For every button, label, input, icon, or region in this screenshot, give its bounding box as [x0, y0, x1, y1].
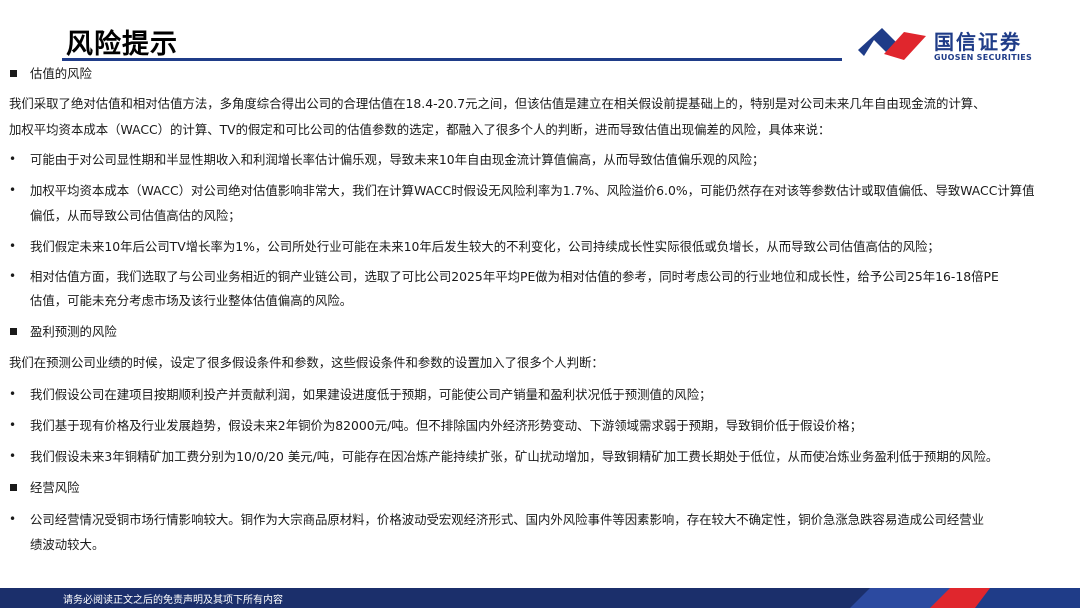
section-square-icon — [10, 328, 17, 335]
bullet-text: 可能由于对公司显性期和半显性期收入和利润增长率估计偏乐观，导致未来10年自由现金… — [30, 152, 765, 167]
bullet-text: 我们假设公司在建项目按期顺利投产并贡献利润，如果建设进度低于预期，可能使公司产销… — [30, 387, 712, 402]
bullet-text: 加权平均资本成本（WACC）对公司绝对估值影响非常大，我们在计算WACC时假设无… — [30, 183, 1035, 198]
bullet-icon: • — [9, 449, 17, 463]
bullet-icon: • — [9, 269, 17, 283]
page-title: 风险提示 — [66, 29, 178, 60]
bullet-icon: • — [9, 239, 17, 253]
paragraph-line: 我们采取了绝对估值和相对估值方法，多角度综合得出公司的合理估值在18.4-20.… — [9, 96, 986, 111]
section-heading: 盈利预测的风险 — [30, 324, 117, 339]
bullet-text: 相对估值方面，我们选取了与公司业务相近的铜产业链公司，选取了可比公司2025年平… — [30, 269, 999, 284]
guosen-logo-icon — [858, 28, 926, 60]
logo-chinese-name: 国信证券 — [934, 30, 1022, 54]
bullet-icon: • — [9, 512, 17, 526]
bullet-text: 偏低，从而导致公司估值高估的风险； — [30, 208, 241, 223]
section-heading: 估值的风险 — [30, 66, 92, 81]
footer-bar: 请务必阅读正文之后的免责声明及其项下所有内容 — [0, 588, 1080, 608]
logo-english-name: GUOSEN SECURITIES — [934, 53, 1033, 62]
paragraph-line: 加权平均资本成本（WACC）的计算、TV的假定和可比公司的估值参数的选定，都融入… — [9, 122, 831, 137]
bullet-text: 公司经营情况受铜市场行情影响较大。铜作为大宗商品原材料，价格波动受宏观经济形式、… — [30, 512, 985, 527]
bullet-icon: • — [9, 418, 17, 432]
bullet-icon: • — [9, 183, 17, 197]
bullet-text: 我们基于现有价格及行业发展趋势，假设未来2年铜价为82000元/吨。但不排除国内… — [30, 418, 863, 433]
company-logo: 国信证券 GUOSEN SECURITIES — [856, 22, 1056, 66]
section-square-icon — [10, 70, 17, 77]
bullet-text: 绩波动较大。 — [30, 537, 105, 552]
bullet-text: 我们假定未来10年后公司TV增长率为1%，公司所处行业可能在未来10年后发生较大… — [30, 239, 940, 254]
bullet-text: 估值，可能未充分考虑市场及该行业整体估值偏高的风险。 — [30, 293, 353, 308]
footer-disclaimer: 请务必阅读正文之后的免责声明及其项下所有内容 — [63, 595, 283, 606]
title-underline — [62, 58, 842, 61]
paragraph-line: 我们在预测公司业绩的时候，设定了很多假设条件和参数，这些假设条件和参数的设置加入… — [9, 355, 604, 370]
section-square-icon — [10, 484, 17, 491]
section-heading: 经营风险 — [30, 480, 80, 495]
bullet-icon: • — [9, 387, 17, 401]
bullet-icon: • — [9, 152, 17, 166]
bullet-text: 我们假设未来3年铜精矿加工费分别为10/0/20 美元/吨，可能存在因冶炼产能持… — [30, 449, 999, 464]
